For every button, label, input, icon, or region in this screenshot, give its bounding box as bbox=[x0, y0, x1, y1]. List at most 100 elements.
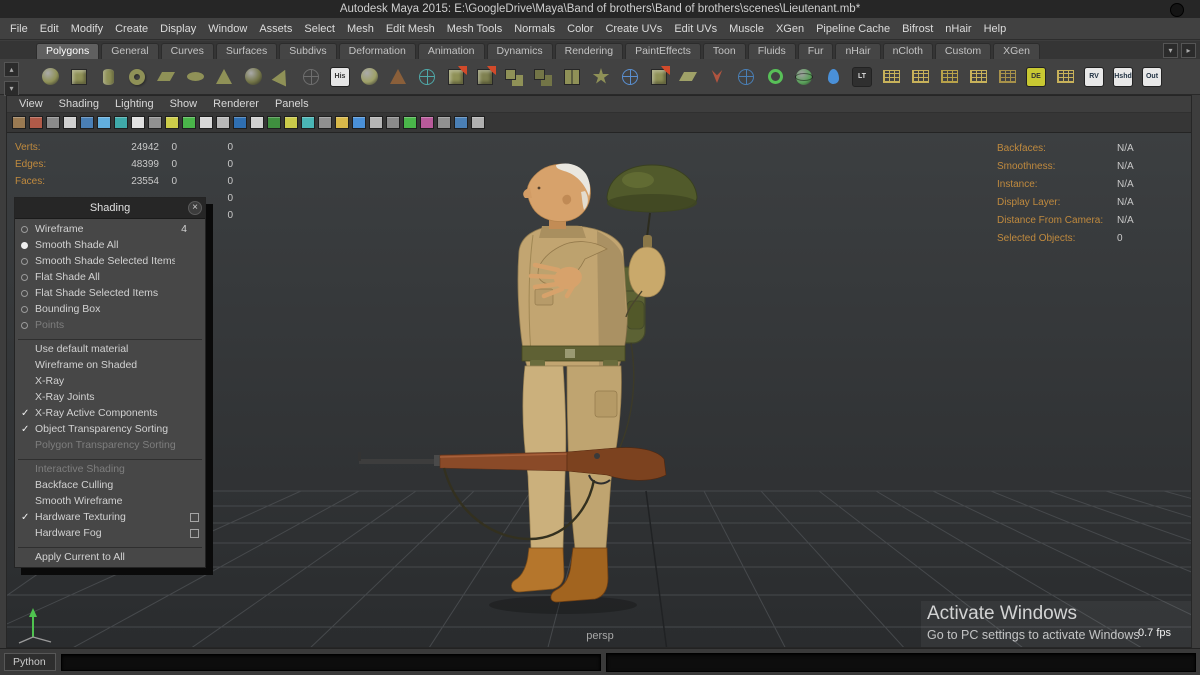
shading-menu-item[interactable]: Smooth Shade All bbox=[15, 237, 205, 253]
panel-toolbar-icon[interactable] bbox=[46, 116, 60, 129]
menu-item[interactable]: Mesh bbox=[341, 23, 380, 35]
shelf-icon[interactable] bbox=[618, 65, 642, 89]
script-input[interactable] bbox=[61, 653, 601, 671]
panel-toolbar-icon[interactable] bbox=[471, 116, 485, 129]
panel-toolbar-icon[interactable] bbox=[182, 116, 196, 129]
shading-menu-item[interactable]: X-Ray Joints bbox=[15, 389, 205, 405]
shelf-icon[interactable]: RV bbox=[1082, 65, 1106, 89]
panel-toolbar-icon[interactable] bbox=[284, 116, 298, 129]
menu-item[interactable]: Assets bbox=[253, 23, 298, 35]
shading-menu-item[interactable]: X-Ray bbox=[15, 373, 205, 389]
shelf-tab[interactable]: nCloth bbox=[882, 43, 933, 59]
menu-item[interactable]: Create bbox=[109, 23, 154, 35]
menu-item[interactable]: File bbox=[4, 23, 34, 35]
shelf-tab[interactable]: Fur bbox=[797, 43, 834, 59]
shelf-tab[interactable]: Polygons bbox=[36, 43, 100, 59]
menu-item[interactable]: Normals bbox=[508, 23, 561, 35]
panel-toolbar-icon[interactable] bbox=[267, 116, 281, 129]
menu-item[interactable]: Display bbox=[154, 23, 202, 35]
shelf-tab[interactable]: Deformation bbox=[338, 43, 416, 59]
shelf-icon[interactable] bbox=[444, 65, 468, 89]
shelf-tab[interactable]: Subdivs bbox=[279, 43, 337, 59]
panel-toolbar-icon[interactable] bbox=[63, 116, 77, 129]
shelf-icon[interactable] bbox=[502, 65, 526, 89]
shelf-icon[interactable] bbox=[676, 65, 700, 89]
panel-toolbar-icon[interactable] bbox=[335, 116, 349, 129]
shading-menu-item[interactable]: Hardware Fog bbox=[15, 525, 205, 541]
panel-toolbar-icon[interactable] bbox=[114, 116, 128, 129]
shading-menu-item[interactable]: Wireframe on Shaded bbox=[15, 357, 205, 373]
shelf-icon[interactable] bbox=[357, 65, 381, 89]
panel-toolbar-icon[interactable] bbox=[420, 116, 434, 129]
shading-menu-item[interactable]: Flat Shade Selected Items bbox=[15, 285, 205, 301]
shelf-icon[interactable]: Hshd bbox=[1111, 65, 1135, 89]
panel-toolbar-icon[interactable] bbox=[318, 116, 332, 129]
menu-item[interactable]: Mesh Tools bbox=[441, 23, 508, 35]
panel-toolbar-icon[interactable] bbox=[216, 116, 230, 129]
shelf-icon[interactable] bbox=[531, 65, 555, 89]
panel-menu-item[interactable]: Shading bbox=[51, 98, 107, 110]
shelf-icon[interactable] bbox=[937, 65, 961, 89]
shelf-tab[interactable]: Curves bbox=[160, 43, 214, 59]
shelf-tab[interactable]: Custom bbox=[934, 43, 992, 59]
shelf-tab[interactable]: Surfaces bbox=[215, 43, 278, 59]
panel-toolbar-icon[interactable] bbox=[233, 116, 247, 129]
menu-item[interactable]: Edit Mesh bbox=[380, 23, 441, 35]
shelf-icon[interactable] bbox=[473, 65, 497, 89]
panel-toolbar-icon[interactable] bbox=[301, 116, 315, 129]
menu-item[interactable]: Edit bbox=[34, 23, 65, 35]
script-language-button[interactable]: Python bbox=[4, 653, 56, 671]
panel-menu-item[interactable]: Lighting bbox=[107, 98, 162, 110]
shelf-icon[interactable]: DE bbox=[1024, 65, 1048, 89]
shading-menu-item[interactable]: Smooth Wireframe bbox=[15, 493, 205, 509]
panel-toolbar-icon[interactable] bbox=[454, 116, 468, 129]
shelf-icon[interactable] bbox=[734, 65, 758, 89]
shelf-icon[interactable] bbox=[879, 65, 903, 89]
shelf-icon[interactable] bbox=[647, 65, 671, 89]
panel-toolbar-icon[interactable] bbox=[250, 116, 264, 129]
panel-menu-item[interactable]: View bbox=[11, 98, 51, 110]
panel-toolbar-icon[interactable] bbox=[165, 116, 179, 129]
shelf-menu-chevron-down-icon[interactable]: ▾ bbox=[1163, 43, 1178, 58]
panel-toolbar-icon[interactable] bbox=[403, 116, 417, 129]
menu-item[interactable]: Bifrost bbox=[896, 23, 939, 35]
shelf-icon[interactable] bbox=[705, 65, 729, 89]
panel-menu-item[interactable]: Panels bbox=[267, 98, 317, 110]
shading-menu-item[interactable]: Smooth Shade Selected Items bbox=[15, 253, 205, 269]
shelf-tab[interactable]: XGen bbox=[993, 43, 1040, 59]
shelf-icon[interactable] bbox=[299, 65, 323, 89]
shelf-icon[interactable] bbox=[183, 65, 207, 89]
shelf-icon[interactable]: Out bbox=[1140, 65, 1164, 89]
shelf-icon[interactable] bbox=[763, 65, 787, 89]
shelf-icon[interactable] bbox=[125, 65, 149, 89]
panel-menu-item[interactable]: Renderer bbox=[205, 98, 267, 110]
shelf-icon[interactable] bbox=[792, 65, 816, 89]
panel-toolbar-icon[interactable] bbox=[437, 116, 451, 129]
shelf-icon[interactable] bbox=[386, 65, 410, 89]
window-control-icon[interactable] bbox=[1170, 3, 1184, 17]
shelf-icon[interactable] bbox=[560, 65, 584, 89]
shelf-icon[interactable] bbox=[966, 65, 990, 89]
shelf-collapse-down-icon[interactable]: ▾ bbox=[4, 81, 19, 96]
shelf-tab[interactable]: nHair bbox=[835, 43, 881, 59]
panel-toolbar-icon[interactable] bbox=[352, 116, 366, 129]
panel-menu-item[interactable]: Show bbox=[162, 98, 206, 110]
menu-item[interactable]: Pipeline Cache bbox=[810, 23, 896, 35]
shelf-icon[interactable] bbox=[270, 65, 294, 89]
shelf-icon[interactable] bbox=[589, 65, 613, 89]
shelf-icon[interactable] bbox=[38, 65, 62, 89]
camera-label[interactable]: persp bbox=[555, 630, 645, 642]
panel-toolbar-icon[interactable] bbox=[386, 116, 400, 129]
shelf-tab[interactable]: Rendering bbox=[554, 43, 624, 59]
option-box-icon[interactable] bbox=[187, 529, 199, 538]
panel-toolbar-icon[interactable] bbox=[148, 116, 162, 129]
shading-menu-item[interactable]: X-Ray Active Components bbox=[15, 405, 205, 421]
panel-toolbar-icon[interactable] bbox=[199, 116, 213, 129]
shelf-menu-chevron-right-icon[interactable]: ▸ bbox=[1181, 43, 1196, 58]
shelf-icon[interactable] bbox=[908, 65, 932, 89]
close-icon[interactable]: × bbox=[188, 201, 202, 215]
shelf-icon[interactable] bbox=[415, 65, 439, 89]
shelf-tab[interactable]: Fluids bbox=[747, 43, 796, 59]
shelf-icon[interactable] bbox=[821, 65, 845, 89]
shelf-icon[interactable] bbox=[241, 65, 265, 89]
